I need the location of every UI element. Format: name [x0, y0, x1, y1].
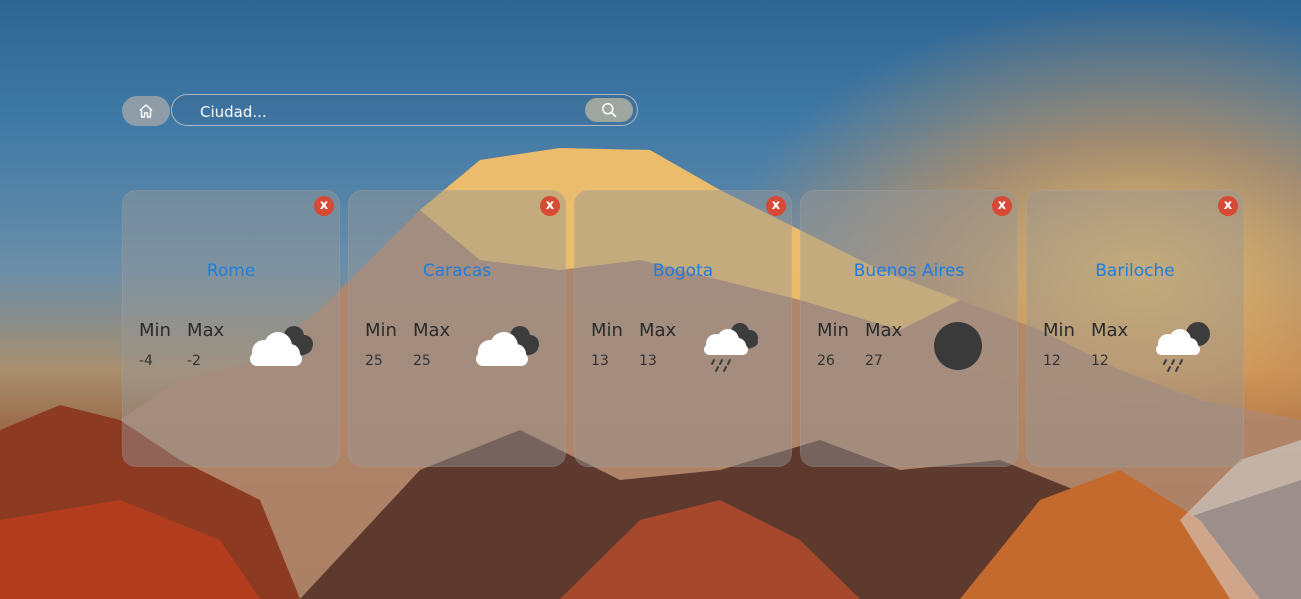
min-value: 13: [591, 353, 609, 369]
max-label: Max: [413, 320, 451, 341]
min-value: 12: [1043, 353, 1061, 369]
city-name: Buenos Aires: [853, 261, 965, 281]
min-value: 26: [817, 353, 835, 369]
home-icon: [139, 104, 153, 118]
max-value: 27: [865, 353, 883, 369]
search-icon: [602, 103, 617, 118]
city-card: x Bogota Min Max 13 13: [574, 190, 792, 467]
close-card-button[interactable]: x: [766, 196, 786, 216]
city-name: Caracas: [422, 261, 492, 281]
city-card: x Bariloche Min Max 12 12: [1026, 190, 1244, 467]
city-name: Rome: [206, 261, 256, 281]
close-card-button[interactable]: x: [992, 196, 1012, 216]
city-card: x Rome Min Max -4 -2: [122, 190, 340, 467]
search-button[interactable]: [585, 98, 633, 122]
min-label: Min: [591, 320, 623, 341]
city-name: Bariloche: [1095, 261, 1175, 281]
max-label: Max: [639, 320, 677, 341]
max-label: Max: [865, 320, 903, 341]
close-card-button[interactable]: x: [314, 196, 334, 216]
max-value: 25: [413, 353, 431, 369]
min-label: Min: [817, 320, 849, 341]
search-field: [171, 94, 638, 126]
city-search-input[interactable]: [198, 101, 582, 123]
search-bar: [122, 93, 638, 127]
min-value: 25: [365, 353, 383, 369]
max-value: 12: [1091, 353, 1109, 369]
rain-cloud-icon: [704, 323, 758, 372]
max-label: Max: [187, 320, 225, 341]
min-label: Min: [365, 320, 397, 341]
min-value: -4: [139, 353, 153, 369]
max-label: Max: [1091, 320, 1129, 341]
close-card-button[interactable]: x: [540, 196, 560, 216]
min-label: Min: [139, 320, 171, 341]
close-card-button[interactable]: x: [1218, 196, 1238, 216]
city-card: x Buenos Aires Min Max 26 27: [800, 190, 1018, 467]
home-button[interactable]: [122, 96, 170, 126]
cloudy-icon: [250, 326, 313, 366]
min-label: Min: [1043, 320, 1075, 341]
cloudy-icon: [476, 326, 539, 366]
city-name: Bogota: [652, 261, 714, 281]
max-value: 13: [639, 353, 657, 369]
max-value: -2: [187, 353, 201, 369]
clear-night-icon: [934, 322, 982, 370]
city-card: x Caracas Min Max 25 25: [348, 190, 566, 467]
rain-night-icon: [1156, 322, 1210, 372]
